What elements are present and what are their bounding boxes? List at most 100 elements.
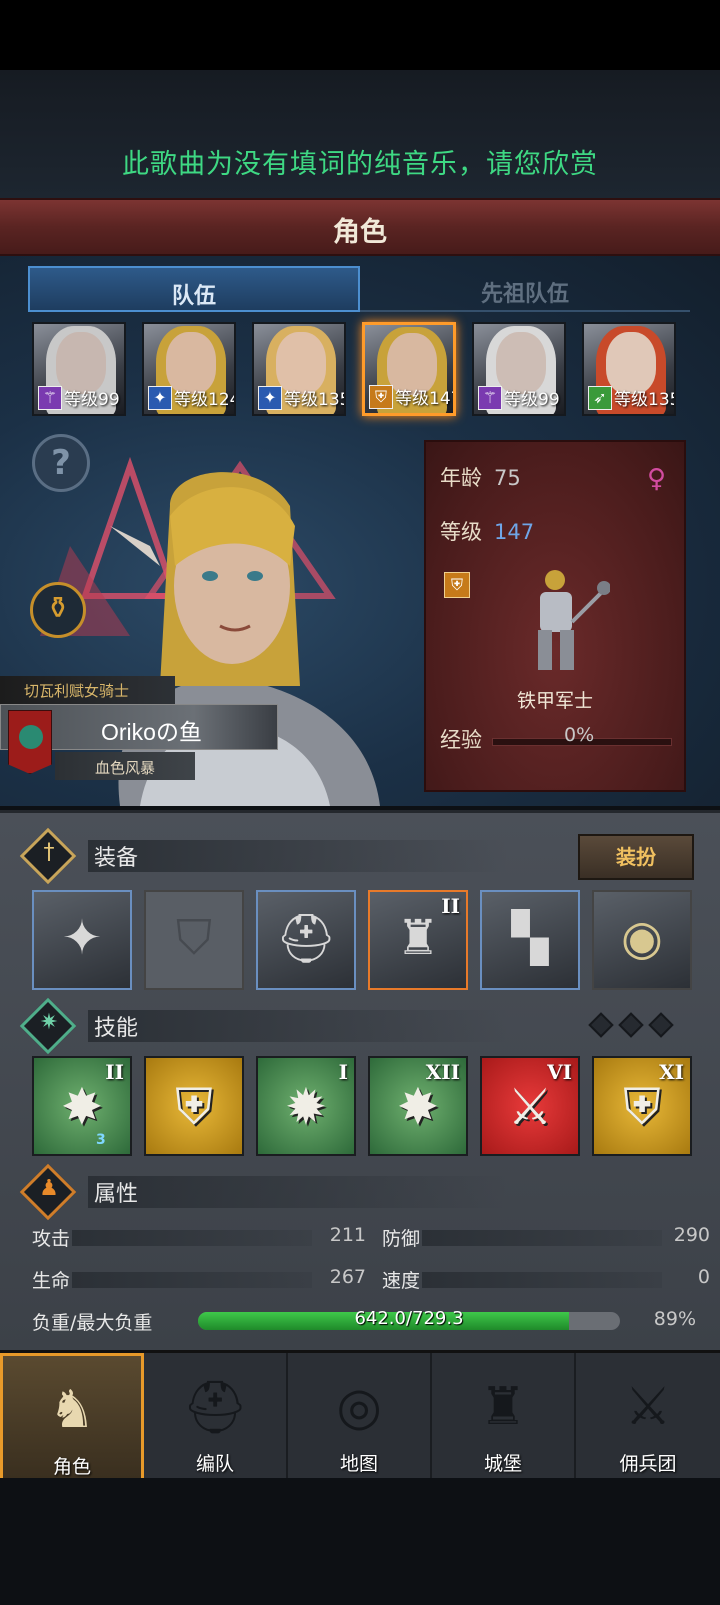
nav-label: 角色: [52, 1456, 91, 1478]
gem-slot-icon: [618, 1012, 644, 1038]
armor-icon: ♜: [396, 910, 440, 966]
equip-slot-helmet[interactable]: ⛑: [256, 890, 356, 990]
page-title: 角色: [333, 217, 387, 248]
party-member-4-selected[interactable]: ⛨ 等级147: [362, 322, 456, 416]
speed-value: 0: [697, 1266, 710, 1288]
load-label: 负重/最大负重: [32, 1312, 153, 1334]
age-value: 75: [494, 466, 521, 490]
skill-2[interactable]: ⛨: [144, 1056, 244, 1156]
skill-tier: VI: [547, 1060, 572, 1084]
skill-badge: 3: [96, 1132, 106, 1148]
hero-class-title: 切瓦利赋女骑士: [0, 676, 175, 704]
help-question-icon[interactable]: ?: [32, 434, 90, 492]
exp-row: 经验: [440, 724, 482, 754]
knight-icon: ♞: [48, 1380, 96, 1440]
stat-bar: [72, 1230, 312, 1246]
skill-4[interactable]: ✸ XII: [368, 1056, 468, 1156]
staff-icon: ⚚: [478, 386, 502, 410]
female-gender-icon: ♀: [646, 464, 666, 494]
potion-flask-icon[interactable]: ⚱: [30, 582, 86, 638]
load-text: 642.0/729.3: [354, 1308, 464, 1329]
party-level: 等级147: [395, 389, 456, 409]
equip-slot-offhand-empty[interactable]: ⛉: [144, 890, 244, 990]
nav-castle[interactable]: ♜ 城堡: [432, 1353, 576, 1481]
nav-map[interactable]: ◎ 地图: [288, 1353, 432, 1481]
party-member-2[interactable]: ✦ 等级124: [142, 322, 236, 416]
load-percent: 89%: [653, 1308, 696, 1330]
status-bar: [0, 0, 720, 70]
hero-name: Orikoの鱼: [101, 719, 202, 745]
party-member-3[interactable]: ✦ 等级135: [252, 322, 346, 416]
skill-tier: XI: [659, 1060, 684, 1084]
stat-speed: 速度 0: [382, 1266, 710, 1294]
equip-slot-amulet[interactable]: ◉: [592, 890, 692, 990]
defense-label: 防御: [382, 1228, 421, 1250]
gem-slot-icon: [648, 1012, 674, 1038]
level-label: 等级: [440, 520, 482, 544]
skill-1[interactable]: ✸ II 3: [32, 1056, 132, 1156]
equipment-slots: ✦ ⛉ ⛑ ♜ II ▚ ◉: [32, 890, 696, 992]
nav-label: 编队: [195, 1453, 234, 1475]
nav-character[interactable]: ♞ 角色: [0, 1353, 144, 1481]
skill-tier: II: [105, 1060, 124, 1084]
empty-shield-slot-icon: ⛉: [175, 910, 212, 966]
equipment-label: 装备: [88, 840, 508, 872]
stat-bar: [72, 1272, 312, 1288]
dagger-icon: †: [43, 840, 55, 865]
party-member-6[interactable]: ➶ 等级135: [582, 322, 676, 416]
exp-label: 经验: [440, 728, 482, 752]
equip-slot-weapon[interactable]: ✦: [32, 890, 132, 990]
nav-label: 佣兵团: [619, 1453, 677, 1475]
guild-name: 血色风暴: [55, 752, 195, 780]
tab-team[interactable]: 队伍: [28, 266, 360, 312]
lyric-text: 此歌曲为没有填词的纯音乐，请您欣赏: [122, 149, 598, 180]
shield-icon: ⛨: [623, 1078, 661, 1136]
hammer-shield-icon: ⛨: [175, 1078, 213, 1136]
load-row: 负重/最大负重 642.0/729.3 89%: [32, 1306, 696, 1336]
attributes-header: ♟ 属性: [19, 1163, 688, 1221]
stat-hp: 生命 267: [32, 1266, 366, 1294]
compass-map-icon: ◎: [336, 1377, 382, 1437]
nav-label: 城堡: [483, 1453, 522, 1475]
party-level: 等级124: [174, 390, 236, 410]
exp-percent: 0%: [564, 724, 595, 746]
shield-icon: ⛨: [369, 385, 393, 409]
skill-3[interactable]: ✹ I: [256, 1056, 356, 1156]
tab-ancestor-team[interactable]: 先祖队伍: [360, 266, 690, 312]
nav-mercenary[interactable]: ⚔ 佣兵团: [576, 1353, 720, 1481]
star-burst-icon: ✷: [39, 1010, 59, 1035]
party-level: 等级99: [504, 390, 560, 410]
staff-icon: ⚚: [38, 386, 62, 410]
unit-name: 铁甲军士: [516, 690, 593, 712]
age-label: 年龄: [440, 466, 482, 490]
party-member-1[interactable]: ⚚ 等级99: [32, 322, 126, 416]
knight-unit-icon: [538, 570, 610, 670]
party-member-5[interactable]: ⚚ 等级99: [472, 322, 566, 416]
hp-value: 267: [329, 1266, 366, 1288]
equip-slot-boots[interactable]: ▚: [480, 890, 580, 990]
skill-6[interactable]: ⛨ XI: [592, 1056, 692, 1156]
skill-5[interactable]: ⚔ VI: [480, 1056, 580, 1156]
age-row: 年龄 75: [440, 462, 521, 492]
level-row: 等级 147: [440, 516, 534, 546]
nav-formation[interactable]: ⛑ 编队: [144, 1353, 288, 1481]
party-portraits: ⚚ 等级99 ✦ 等级124 ✦ 等级135 ⛨ 等级147 ⚚ 等级99 ➶ …: [32, 322, 692, 418]
dress-up-button[interactable]: 装扮: [578, 834, 694, 880]
team-panel: 队伍 先祖队伍 ⚚ 等级99 ✦ 等级124 ✦ 等级135 ⛨ 等级147 ⚚…: [0, 256, 720, 806]
party-level: 等级135: [614, 390, 676, 410]
hero-info-card: 年龄 75 ♀ 等级 147 ⛨ 铁甲军士 经验 0%: [424, 440, 686, 792]
bottom-spacer: [0, 1478, 720, 1605]
gem-slot-icon: [588, 1012, 614, 1038]
skill-gem-slots: [588, 1012, 682, 1038]
equip-slot-armor[interactable]: ♜ II: [368, 890, 468, 990]
castle-icon: ♜: [479, 1377, 527, 1437]
lyric-banner: 此歌曲为没有填词的纯音乐，请您欣赏: [0, 70, 720, 198]
amulet-icon: ◉: [621, 910, 663, 966]
figure-icon: ♟: [39, 1176, 59, 1201]
sword-star-icon: ✦: [258, 386, 282, 410]
burst-icon: ✸: [397, 1078, 439, 1136]
stat-bar: [422, 1230, 662, 1246]
helmet-icon: ⛑: [275, 911, 337, 967]
shield-class-icon: ⛨: [444, 572, 470, 598]
sword-icon: ⚔: [507, 1078, 553, 1136]
